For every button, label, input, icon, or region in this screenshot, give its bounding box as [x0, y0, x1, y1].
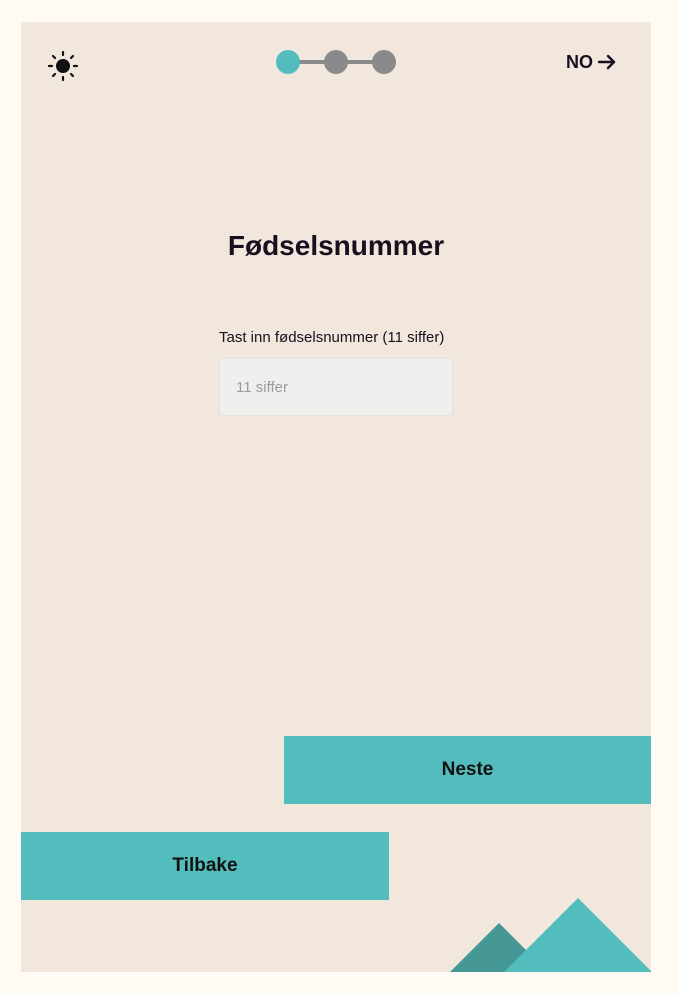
- step-progress-indicator: [276, 50, 396, 74]
- app-card: NO Fødselsnummer Tast inn fødselsnummer …: [21, 22, 651, 972]
- mountains-decoration: [450, 898, 651, 972]
- theme-toggle-button[interactable]: [47, 50, 79, 82]
- arrow-right-icon: [597, 54, 616, 70]
- ssn-input[interactable]: [219, 358, 453, 416]
- progress-step-2: [324, 50, 348, 74]
- ssn-field-label: Tast inn fødselsnummer (11 siffer): [219, 329, 445, 346]
- sun-icon: [47, 50, 79, 82]
- back-button[interactable]: Tilbake: [21, 832, 389, 900]
- progress-step-3: [372, 50, 396, 74]
- language-label: NO: [566, 51, 593, 72]
- progress-step-1: [276, 50, 300, 74]
- large-mountain-shape: [504, 898, 651, 972]
- next-button[interactable]: Neste: [284, 736, 651, 804]
- small-mountain-shape: [450, 923, 548, 972]
- page-title: Fødselsnummer: [227, 230, 445, 261]
- language-switch-button[interactable]: NO: [566, 50, 617, 74]
